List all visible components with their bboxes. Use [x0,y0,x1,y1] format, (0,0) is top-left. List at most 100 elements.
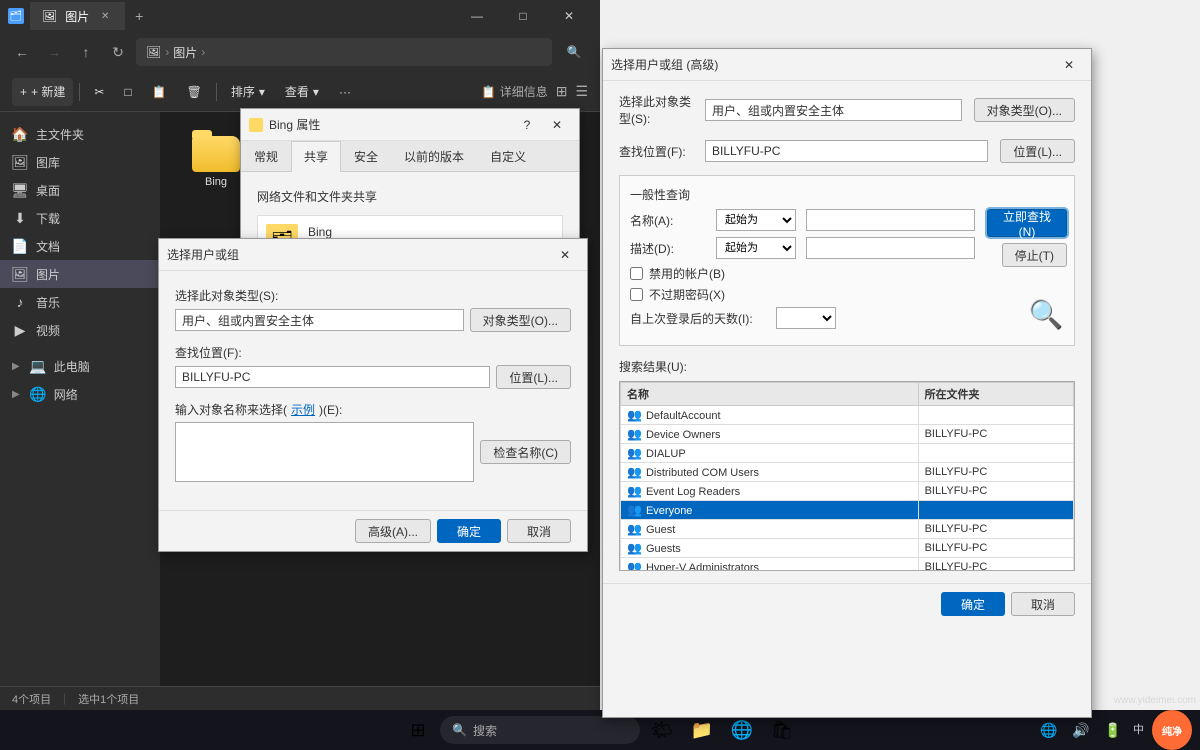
sidebar-item-documents[interactable]: 📄 文档 [0,232,160,260]
result-name-text: Guests [646,543,681,555]
table-row[interactable]: 👥Device OwnersBILLYFU-PC [621,425,1074,444]
sidebar-item-this-pc[interactable]: ▶ 💻 此电脑 [0,352,160,380]
taskbar-search-box[interactable]: 🔍 搜索 [440,716,640,744]
sort-button[interactable]: 排序 ▾ [223,78,273,106]
advanced-close-button[interactable]: ✕ [1055,54,1083,76]
adv-name-starts-select[interactable]: 起始为 [716,209,796,231]
stop-button[interactable]: 停止(T) [1002,243,1067,267]
select-user-close-button[interactable]: ✕ [551,244,579,266]
tray-icon-volume[interactable]: 🔊 [1069,718,1093,742]
result-name-text: Device Owners [646,429,721,441]
list-view-icon[interactable]: ☰ [575,83,588,100]
adv-name-input[interactable] [806,209,975,231]
adv-days-select[interactable] [776,307,836,329]
table-row[interactable]: 👥GuestsBILLYFU-PC [621,539,1074,558]
result-name-text: DIALUP [646,448,686,460]
maximize-button[interactable]: □ [500,0,546,32]
cut-button[interactable]: ✂ [86,78,112,106]
object-name-input[interactable] [175,422,474,482]
paste-button[interactable]: 📋 [144,78,175,106]
sidebar-item-downloads[interactable]: ⬇ 下载 [0,204,160,232]
table-row[interactable]: 👥DIALUP [621,444,1074,463]
start-button[interactable]: ⊞ [400,712,436,748]
tray-icon-network[interactable]: 🌐 [1037,718,1061,742]
adv-object-types-button[interactable]: 对象类型(O)... [974,98,1075,122]
delete-button[interactable]: 🗑 [179,78,210,106]
adv-name-label: 名称(A): [630,212,710,229]
copy-button[interactable]: □ [116,78,139,106]
search-icon[interactable]: 🔍 [556,38,592,66]
table-row[interactable]: 👥Event Log ReadersBILLYFU-PC [621,482,1074,501]
this-pc-icon: 💻 [30,358,46,374]
tab-general[interactable]: 常规 [241,141,291,172]
toolbar-sep-1 [79,83,80,101]
tab-previous-versions[interactable]: 以前的版本 [391,141,477,172]
tab-sharing[interactable]: 共享 [291,141,341,172]
adv-desc-starts-select[interactable]: 起始为 [716,237,796,259]
table-row[interactable]: 👥Hyper-V AdministratorsBILLYFU-PC [621,558,1074,572]
adv-noexpiry-checkbox[interactable] [630,288,643,301]
sidebar-item-desktop[interactable]: 🖥 桌面 [0,176,160,204]
locations-button[interactable]: 位置(L)... [496,365,571,389]
close-button[interactable]: ✕ [546,0,592,32]
table-row[interactable]: 👥GuestBILLYFU-PC [621,520,1074,539]
advanced-content: 选择此对象类型(S): 用户、组或内置安全主体 对象类型(O)... 查找位置(… [603,81,1091,583]
result-name-cell: 👥Distributed COM Users [621,463,919,482]
minimize-button[interactable]: — [454,0,500,32]
example-link[interactable]: 示例 [291,401,315,418]
find-now-button[interactable]: 立即查找(N) [987,209,1067,237]
new-tab-button[interactable]: + [125,2,153,30]
explorer-tab-icon: 🖼 [42,9,57,23]
tab-security[interactable]: 安全 [341,141,391,172]
sidebar-item-music[interactable]: ♪ 音乐 [0,288,160,316]
sidebar-item-videos[interactable]: ▶ 视频 [0,316,160,344]
sidebar-item-network[interactable]: ▶ 🌐 网络 [0,380,160,408]
object-type-input: 用户、组或内置安全主体 [175,309,464,331]
input-label: 输入对象名称来选择( [175,401,287,418]
forward-button[interactable]: → [40,38,68,66]
adv-location-section: 查找位置(F): BILLYFU-PC 位置(L)... [619,139,1075,163]
folder-bing-label: Bing [205,176,227,188]
sidebar-item-home-label: 主文件夹 [36,126,84,143]
refresh-button[interactable]: ↻ [104,38,132,66]
select-user-ok-button[interactable]: 确定 [437,519,501,543]
advanced-cancel-button[interactable]: 取消 [1011,592,1075,616]
tab-close-button[interactable]: ✕ [97,8,113,24]
status-bar: 4个项目 ｜ 选中1个项目 [0,686,600,710]
up-button[interactable]: ↑ [72,38,100,66]
grid-view-icon[interactable]: ⊞ [556,83,568,100]
select-user-footer: 高级(A)... 确定 取消 [159,510,587,551]
explorer-tab[interactable]: 🖼 图片 ✕ [30,2,125,30]
select-user-title-bar[interactable]: 选择用户或组 ✕ [159,239,587,271]
documents-icon: 📄 [12,238,28,254]
advanced-button[interactable]: 高级(A)... [355,519,431,543]
table-row[interactable]: 👥DefaultAccount [621,406,1074,425]
adv-disabled-checkbox[interactable] [630,267,643,280]
sidebar-item-pictures[interactable]: 🖼 图片 [0,260,160,288]
select-user-cancel-button[interactable]: 取消 [507,519,571,543]
back-button[interactable]: ← [8,38,36,66]
new-button[interactable]: + + 新建 [12,78,73,106]
advanced-title-bar[interactable]: 选择用户或组 (高级) ✕ [603,49,1091,81]
bing-props-close-button[interactable]: ✕ [543,114,571,136]
check-names-button[interactable]: 检查名称(C) [480,440,571,464]
gallery-icon: 🖼 [12,154,28,170]
breadcrumb[interactable]: 🖼 › 图片 › [136,38,552,66]
sidebar-item-gallery[interactable]: 🖼 图库 [0,148,160,176]
more-button[interactable]: ··· [331,78,359,106]
table-row[interactable]: 👥Distributed COM UsersBILLYFU-PC [621,463,1074,482]
bing-props-title-bar[interactable]: Bing 属性 ? ✕ [241,109,579,141]
adv-desc-input[interactable] [806,237,975,259]
view-button[interactable]: 查看 ▾ [277,78,327,106]
tray-icon-battery[interactable]: 🔋 [1101,718,1125,742]
clock-display[interactable]: 中 [1133,723,1144,737]
tab-customize[interactable]: 自定义 [477,141,539,172]
adv-locations-button[interactable]: 位置(L)... [1000,139,1075,163]
bing-props-help-button[interactable]: ? [513,114,541,136]
advanced-ok-button[interactable]: 确定 [941,592,1005,616]
object-types-button[interactable]: 对象类型(O)... [470,308,571,332]
results-scroll-area[interactable]: 名称 所在文件夹 👥DefaultAccount👥Device OwnersBI… [619,381,1075,571]
result-user-icon: 👥 [627,427,642,441]
sidebar-item-home[interactable]: 🏠 主文件夹 [0,120,160,148]
table-row[interactable]: 👥Everyone [621,501,1074,520]
